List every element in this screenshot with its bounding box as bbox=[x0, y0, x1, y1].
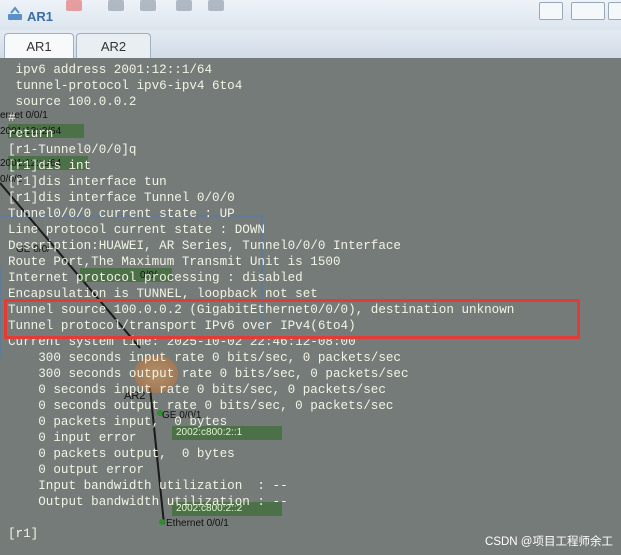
window-title: AR1 bbox=[27, 9, 54, 24]
console-line: 300 seconds input rate 0 bits/sec, 0 pac… bbox=[8, 351, 401, 365]
console-line: 0 seconds output rate 0 bits/sec, 0 pack… bbox=[8, 399, 394, 413]
toolbar-ghost-icon bbox=[176, 0, 192, 11]
toolbar-ghost-icon bbox=[140, 0, 156, 11]
console-line: 0 seconds input rate 0 bits/sec, 0 packe… bbox=[8, 383, 386, 397]
window-titlebar: AR1 bbox=[0, 0, 621, 31]
maximize-window-button[interactable] bbox=[571, 2, 605, 20]
console-line: Internet protocol processing : disabled bbox=[8, 271, 303, 285]
console-line: 300 seconds output rate 0 bits/sec, 0 pa… bbox=[8, 367, 409, 381]
console-line: return bbox=[8, 127, 54, 141]
session-tabs: AR1 AR2 bbox=[0, 30, 621, 58]
close-window-button[interactable] bbox=[608, 2, 621, 20]
console-line: tunnel-protocol ipv6-ipv4 6to4 bbox=[8, 79, 243, 93]
console-line: ipv6 address 2001:12::1/64 bbox=[8, 63, 213, 77]
restore-window-button[interactable] bbox=[539, 2, 563, 20]
console-line: Tunnel0/0/0 current state : UP bbox=[8, 207, 235, 221]
console-line: Route Port,The Maximum Transmit Unit is … bbox=[8, 255, 341, 269]
watermark: CSDN @项目工程师余工 bbox=[485, 536, 613, 548]
tab-ar1[interactable]: AR1 bbox=[4, 33, 74, 58]
console-line: [r1]dis interface tun bbox=[8, 175, 167, 189]
console-line: source 100.0.0.2 bbox=[8, 95, 137, 109]
console-line: # bbox=[8, 111, 16, 125]
console-line: Line protocol current state : DOWN bbox=[8, 223, 265, 237]
tab-ar2[interactable]: AR2 bbox=[76, 33, 151, 58]
network-device-icon bbox=[8, 6, 22, 20]
console-terminal[interactable]: ernet 0/0/1 2001:12::2/64 2001:12::1/64 … bbox=[0, 58, 621, 555]
console-line: 0 input error bbox=[8, 431, 137, 445]
console-line: [r1] bbox=[8, 527, 39, 541]
console-line: Output bandwidth utilization : -- bbox=[8, 495, 288, 509]
console-line: Input bandwidth utilization : -- bbox=[8, 479, 288, 493]
console-line: 0 packets output, 0 bytes bbox=[8, 447, 235, 461]
console-line: [r1]dis int bbox=[8, 159, 92, 173]
console-line: Description:HUAWEI, AR Series, Tunnel0/0… bbox=[8, 239, 401, 253]
toolbar-ghost-icon bbox=[108, 0, 124, 11]
topology-label: Ethernet 0/0/1 bbox=[166, 518, 229, 529]
console-line: [r1-Tunnel0/0/0]q bbox=[8, 143, 137, 157]
toolbar-ghost-icon bbox=[66, 0, 82, 11]
tunnel-info-highlight bbox=[4, 299, 580, 339]
toolbar-ghost-icon bbox=[208, 0, 224, 11]
console-line: 0 packets input, 0 bytes bbox=[8, 415, 228, 429]
console-line: 0 output error bbox=[8, 463, 145, 477]
console-line: [r1]dis interface Tunnel 0/0/0 bbox=[8, 191, 235, 205]
